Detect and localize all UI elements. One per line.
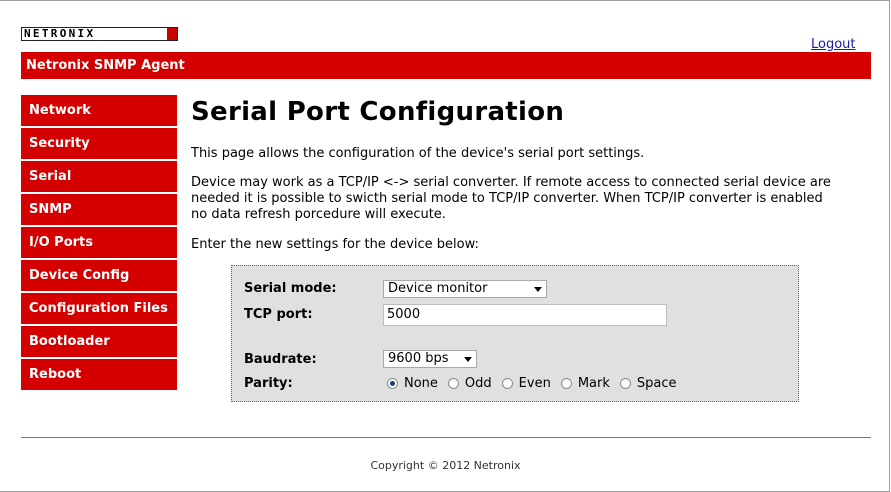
logo-text: NETRONIX [22,28,167,40]
serial-mode-label: Serial mode: [244,281,337,296]
main-content: Serial Port Configuration This page allo… [191,96,841,252]
logo-red-block [167,28,177,40]
tcp-port-input[interactable]: 5000 [383,304,667,326]
parity-option-none[interactable]: None [387,376,438,391]
netronix-logo: NETRONIX [21,27,178,41]
serial-mode-value: Device monitor [388,281,488,296]
description-text: Device may work as a TCP/IP <-> serial c… [191,175,831,222]
parity-option-mark[interactable]: Mark [560,376,610,391]
parity-label-even: Even [518,376,551,391]
serial-mode-select[interactable]: Device monitor [383,280,547,298]
parity-option-space[interactable]: Space [619,376,677,391]
logout-link[interactable]: Logout [811,37,856,52]
parity-label-none: None [404,376,438,391]
sidebar-item-reboot[interactable]: Reboot [21,359,177,390]
sidebar-item-network[interactable]: Network [21,95,177,126]
banner: Netronix SNMP Agent [21,52,871,79]
settings-panel: Serial mode: Device monitor TCP port: 50… [231,265,799,402]
parity-radio-odd[interactable] [447,378,459,389]
baudrate-select[interactable]: 9600 bps [383,350,477,368]
sidebar-item-security[interactable]: Security [21,128,177,159]
footer-divider [21,437,871,438]
parity-radio-group: None Odd Even Mark Space [387,376,687,391]
parity-label: Parity: [244,376,293,391]
parity-label-mark: Mark [577,376,610,391]
parity-radio-space[interactable] [619,378,631,389]
sidebar-item-bootloader[interactable]: Bootloader [21,326,177,357]
sidebar-item-serial[interactable]: Serial [21,161,177,192]
sidebar-nav: Network Security Serial SNMP I/O Ports D… [21,95,177,392]
sidebar-item-io-ports[interactable]: I/O Ports [21,227,177,258]
copyright-footer: Copyright © 2012 Netronix [370,459,521,472]
chevron-down-icon [534,287,542,292]
parity-radio-mark[interactable] [560,378,572,389]
parity-radio-none[interactable] [387,378,398,389]
tcp-port-label: TCP port: [244,307,313,322]
chevron-down-icon [464,357,472,362]
parity-radio-even[interactable] [501,378,513,389]
baudrate-label: Baudrate: [244,352,317,367]
baudrate-value: 9600 bps [388,351,449,366]
intro-text: This page allows the configuration of th… [191,146,645,161]
parity-option-odd[interactable]: Odd [447,376,492,391]
parity-label-odd: Odd [464,376,492,391]
prompt-text: Enter the new settings for the device be… [191,237,479,252]
parity-label-space: Space [636,376,677,391]
tcp-port-value: 5000 [387,307,421,322]
sidebar-item-snmp[interactable]: SNMP [21,194,177,225]
banner-title: Netronix SNMP Agent [26,58,185,73]
parity-option-even[interactable]: Even [501,376,551,391]
sidebar-item-configuration-files[interactable]: Configuration Files [21,293,177,324]
sidebar-item-device-config[interactable]: Device Config [21,260,177,291]
page-title: Serial Port Configuration [191,97,565,127]
